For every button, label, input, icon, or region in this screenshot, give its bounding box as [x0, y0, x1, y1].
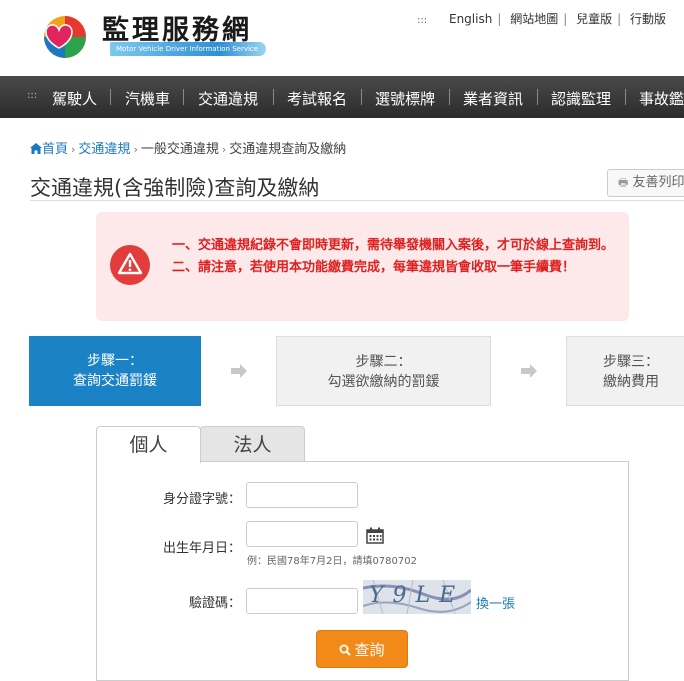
calendar-icon[interactable] [366, 527, 384, 544]
nav-divider [449, 89, 450, 105]
site-logo-icon[interactable] [40, 14, 90, 60]
search-button-label: 查詢 [354, 641, 385, 659]
main-nav: ::: 駕駛人 汽機車 交通違規 考試報名 選號標牌 業者資訊 認識監理 事故鑑 [0, 76, 684, 118]
top-links: ::: English | 網站地圖 | 兒童版 | 行動版 [417, 12, 666, 26]
step-1-desc: 查詢交通罰鍰 [73, 373, 157, 389]
breadcrumb-home[interactable]: 首頁 [42, 142, 68, 157]
captcha-image: Y9LE [363, 580, 471, 614]
tab-corporate[interactable]: 法人 [200, 426, 305, 462]
top-link-english[interactable]: English [449, 12, 492, 26]
page-title: 交通違規(含強制險)查詢及繳納 [30, 176, 320, 200]
chevron-right-icon: › [133, 143, 138, 156]
print-friendly-label: 友善列印 [632, 175, 684, 190]
notice-line-1: 一、交通違規紀錄不會即時更新，需待舉發機關入案後，才可於線上查詢到。 [172, 238, 615, 253]
notice-line-2: 二、請注意，若使用本功能繳費完成，每筆違規皆會收取一筆手續費！ [172, 260, 576, 275]
breadcrumb-traffic-violation[interactable]: 交通違規 [78, 142, 130, 157]
chevron-right-icon: › [221, 143, 227, 156]
site-subtitle: Motor Vehicle Driver Information Service [110, 42, 266, 56]
top-link-sitemap[interactable]: 網站地圖 [510, 12, 558, 26]
arrow-right-icon [231, 364, 247, 378]
captcha-input[interactable] [246, 588, 358, 614]
nav-dots-icon: ::: [27, 90, 38, 101]
tab-personal[interactable]: 個人 [96, 426, 201, 463]
nav-item-vehicle[interactable]: 汽機車 [125, 88, 170, 109]
step-2: 步驟二： 勾選欲繳納的罰鍰 [276, 336, 491, 406]
step-3: 步驟三： 繳納費用 [566, 336, 684, 406]
title-divider [30, 200, 684, 201]
captcha-text: Y9LE [369, 583, 465, 608]
print-friendly-button[interactable]: 🖶 友善列印 [607, 169, 684, 197]
id-number-label: 身分證字號： [162, 492, 241, 507]
nav-item-exam-registration[interactable]: 考試報名 [287, 88, 347, 109]
nav-divider [183, 89, 184, 105]
nav-divider [110, 89, 111, 105]
breadcrumb-current: 交通違規查詢及繳納 [229, 142, 347, 157]
breadcrumb: 首頁 › 交通違規 › 一般交通違規 › 交通違規查詢及繳納 [30, 138, 346, 157]
step-1-title: 步驟一： [87, 353, 143, 369]
nav-item-business-info[interactable]: 業者資訊 [463, 88, 523, 109]
top-links-dots-icon: ::: [417, 15, 428, 26]
step-2-title: 步驟二： [355, 354, 412, 370]
search-button[interactable]: 查詢 [316, 630, 408, 668]
nav-item-accident[interactable]: 事故鑑 [639, 88, 684, 109]
birth-date-label: 出生年月日： [162, 541, 241, 556]
captcha-label: 驗證碼： [188, 596, 241, 611]
nav-divider [537, 89, 538, 105]
birth-date-hint: 例：民國78年7月2日，請填0780702 [247, 556, 417, 567]
birth-date-input[interactable] [246, 521, 358, 547]
arrow-right-icon [521, 364, 537, 378]
top-link-mobile[interactable]: 行動版 [630, 12, 666, 26]
nav-divider [361, 89, 362, 105]
step-3-title: 步驟三： [603, 354, 659, 370]
top-link-kids[interactable]: 兒童版 [576, 12, 612, 26]
breadcrumb-general-violation[interactable]: 一般交通違規 [141, 142, 219, 157]
alert-circle [110, 245, 150, 285]
id-number-input[interactable] [246, 482, 358, 508]
nav-item-traffic-violation[interactable]: 交通違規 [198, 88, 258, 109]
captcha-refresh-link[interactable]: 換一張 [476, 593, 515, 612]
step-2-desc: 勾選欲繳納的罰鍰 [327, 374, 440, 390]
notice-text: 一、交通違規紀錄不會即時更新，需待舉發機關入案後，才可於線上查詢到。 二、請注意… [172, 235, 624, 279]
step-3-desc: 繳納費用 [603, 374, 659, 390]
nav-item-plate-selection[interactable]: 選號標牌 [375, 88, 435, 109]
chevron-right-icon: › [71, 143, 76, 156]
nav-item-about-supervision[interactable]: 認識監理 [551, 88, 611, 109]
warning-icon [117, 252, 143, 275]
step-1: 步驟一： 查詢交通罰鍰 [29, 336, 201, 406]
nav-divider [625, 89, 626, 105]
printer-icon: 🖶 [618, 176, 629, 189]
search-icon [339, 644, 352, 656]
nav-item-driver[interactable]: 駕駛人 [52, 88, 97, 109]
home-icon[interactable] [30, 143, 42, 154]
nav-divider [273, 89, 274, 105]
